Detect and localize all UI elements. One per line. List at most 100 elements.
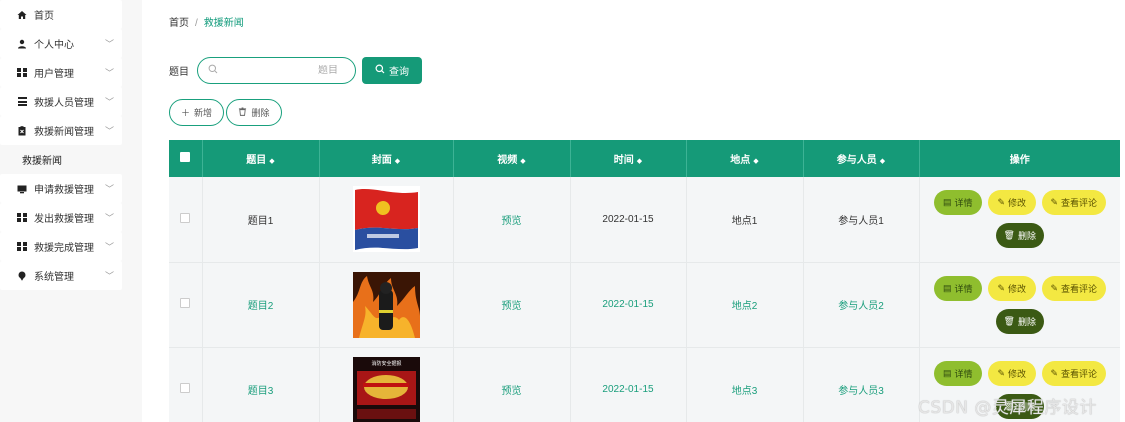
sidebar-subitem-rescue-news[interactable]: 救援新闻 [0,145,142,174]
grid-icon [17,67,27,78]
column-header-title[interactable]: 题目 ◆ [202,140,320,177]
search-icon [375,64,385,77]
table-header-row: 题目 ◆ 封面 ◆ 视频 ◆ 时间 ◆ 地点 ◆ 参与人员 ◆ 操作 [169,140,1120,177]
row-checkbox[interactable] [180,298,191,308]
column-header-label: 时间 [613,155,634,166]
breadcrumb-separator: / [195,18,198,29]
sort-icon: ◆ [753,158,759,165]
sidebar-item-label: 申请救援管理 [34,185,94,196]
people-cell: 参与人员2 [803,262,920,348]
time-cell: 2022-01-15 [570,347,687,422]
action-bar: ＋ 新增 删除 [169,99,282,126]
plus-icon: ＋ [180,108,190,118]
trash-icon: 🗑 [1003,230,1015,241]
sidebar: 首页 个人中心 ﹀ 用户管理 ﹀ 救援人员管理 ﹀ 救援新闻管理 ﹀ 救援新闻 [0,0,142,422]
title-cell: 题目3 [202,347,320,422]
search-field-wrapper [197,57,356,84]
sidebar-item-label: 救援人员管理 [34,98,94,109]
trash-icon [238,107,247,118]
pin-icon [17,271,27,281]
sort-icon: ◆ [520,158,526,165]
video-preview-link[interactable]: 预览 [502,216,522,227]
place-cell: 地点2 [686,262,804,348]
detail-button-label: 详情 [954,198,973,209]
detail-button[interactable]: ▤ 详情 [933,360,982,386]
chevron-down-icon: ﹀ [104,242,114,252]
row-select-cell [169,262,203,348]
video-preview-link[interactable]: 预览 [502,301,522,312]
detail-button[interactable]: ▤ 详情 [933,275,982,301]
view-comments-button[interactable]: ✎ 查看评论 [1041,275,1106,301]
search-input[interactable] [218,65,338,76]
view-comments-button[interactable]: ✎ 查看评论 [1041,360,1106,386]
edit-icon: ✎ [1050,197,1059,208]
place-cell: 地点3 [686,347,804,422]
row-actions-top: ▤ 详情 ✎ 修改 ✎ 查看评论 [933,190,1106,216]
sidebar-item-apply-rescue-management[interactable]: 申请救援管理 ﹀ [0,174,122,203]
people-cell: 参与人员3 [803,347,920,422]
sidebar-item-system-management[interactable]: 系统管理 ﹀ [0,261,122,290]
sidebar-item-user-management[interactable]: 用户管理 ﹀ [0,58,122,87]
sort-icon: ◆ [269,158,275,165]
chevron-down-icon: ﹀ [104,39,114,49]
time-cell: 2022-01-15 [570,177,687,263]
sidebar-item-send-rescue-management[interactable]: 发出救援管理 ﹀ [0,203,122,232]
batch-delete-button[interactable]: 删除 [226,99,282,126]
sidebar-item-label: 救援完成管理 [34,243,94,254]
sidebar-item-rescuer-management[interactable]: 救援人员管理 ﹀ [0,87,122,116]
select-all-cell [169,140,203,177]
edit-button[interactable]: ✎ 修改 [987,360,1036,386]
breadcrumb-home[interactable]: 首页 [169,18,189,29]
sidebar-item-rescue-completed-management[interactable]: 救援完成管理 ﹀ [0,232,122,261]
sidebar-item-rescue-news-management[interactable]: 救援新闻管理 ﹀ [0,116,122,145]
row-actions-top: ▤ 详情 ✎ 修改 ✎ 查看评论 [933,275,1106,301]
column-header-place[interactable]: 地点 ◆ [686,140,804,177]
chevron-down-icon: ﹀ [104,126,114,136]
column-header-label: 参与人员 [836,155,877,166]
table-row: 题目1 预览 2022-01-15 地点1 参与人员1 ▤ 详情 ✎ 修改 ✎ … [169,177,1120,263]
flag-image [352,186,420,253]
detail-icon: ▤ [942,367,952,378]
clipboard-icon [17,125,27,136]
title-cell: 题目2 [202,262,320,348]
detail-button[interactable]: ▤ 详情 [933,190,982,216]
edit-button[interactable]: ✎ 修改 [987,190,1036,216]
row-actions-top: ▤ 详情 ✎ 修改 ✎ 查看评论 [933,360,1106,386]
view-comments-button-label: 查看评论 [1061,283,1098,294]
cover-cell: 消防安全据报 [319,347,454,422]
view-comments-button[interactable]: ✎ 查看评论 [1041,190,1106,216]
column-header-people[interactable]: 参与人员 ◆ [803,140,920,177]
batch-delete-button-label: 删除 [251,108,270,118]
column-header-label: 视频 [497,155,518,166]
delete-button-label: 删除 [1017,231,1036,242]
add-button-label: 新增 [194,108,213,118]
delete-button[interactable]: 🗑 删除 [995,308,1044,334]
search-label: 题目 [169,67,189,78]
column-header-time[interactable]: 时间 ◆ [570,140,687,177]
row-checkbox[interactable] [180,212,191,223]
column-header-cover[interactable]: 封面 ◆ [319,140,454,177]
sidebar-item-home[interactable]: 首页 [0,0,122,29]
add-button[interactable]: ＋ 新增 [169,99,224,126]
view-comments-button-label: 查看评论 [1061,198,1098,209]
video-preview-link[interactable]: 预览 [502,386,522,397]
home-icon [17,10,27,20]
detail-icon: ▤ [942,282,952,293]
select-all-checkbox[interactable] [180,152,191,162]
sidebar-item-personal-center[interactable]: 个人中心 ﹀ [0,29,122,58]
cover-cell [319,262,454,348]
delete-button[interactable]: 🗑 删除 [995,223,1044,249]
row-checkbox[interactable] [180,383,191,393]
search-bar: 题目 查询 [169,57,422,84]
edit-button[interactable]: ✎ 修改 [987,275,1036,301]
query-button[interactable]: 查询 [362,57,422,84]
news-table: 题目 ◆ 封面 ◆ 视频 ◆ 时间 ◆ 地点 ◆ 参与人员 ◆ 操作 题目1 预… [169,140,1120,422]
trash-icon: 🗑 [1003,315,1015,326]
query-button-label: 查询 [389,67,409,78]
column-header-label: 地点 [730,155,751,166]
chevron-down-icon: ﹀ [104,97,114,107]
place-cell: 地点1 [686,177,804,263]
column-header-video[interactable]: 视频 ◆ [453,140,571,177]
monitor-icon [17,184,27,194]
poster-text: 消防安全据报 [371,360,401,367]
